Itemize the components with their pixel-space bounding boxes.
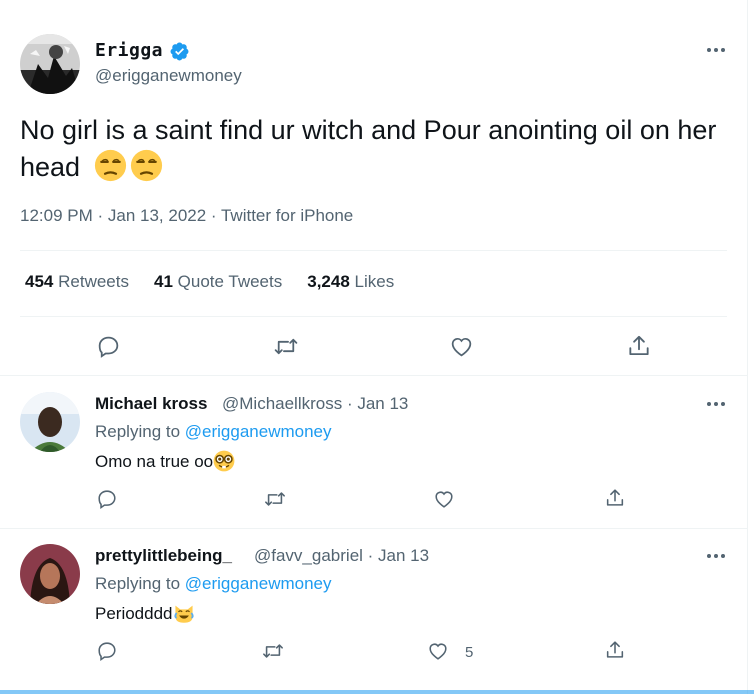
author-handle[interactable]: @erigganewmoney (95, 66, 242, 86)
tweet-timestamp[interactable]: 12:09 PM · Jan 13, 2022 · Twitter for iP… (20, 206, 353, 226)
reply-icon[interactable] (96, 334, 121, 359)
reply-handle-date[interactable]: @favv_gabriel · Jan 13 (254, 546, 429, 566)
replying-to-link[interactable]: @erigganewmoney (185, 574, 332, 593)
retweets-stat[interactable]: 454 Retweets (25, 272, 129, 292)
like-icon[interactable] (433, 488, 455, 510)
reply-handle-date[interactable]: @Michaellkross · Jan 13 (222, 394, 408, 414)
divider (0, 375, 747, 376)
more-options-icon[interactable] (705, 45, 727, 55)
likes-stat[interactable]: 3,248 Likes (307, 272, 394, 292)
reply-text: Omo na true oo (95, 450, 235, 472)
author-avatar[interactable] (20, 34, 80, 94)
reply-icon[interactable] (96, 488, 118, 510)
divider (20, 316, 727, 317)
reply-avatar[interactable] (20, 392, 80, 452)
reply-avatar[interactable] (20, 544, 80, 604)
tweet-thread: Erigga @erigganewmoney No girl is a sain… (0, 0, 748, 694)
reply-icon[interactable] (96, 640, 118, 662)
divider (20, 250, 727, 251)
retweet-icon[interactable] (262, 488, 288, 510)
replying-to: Replying to @erigganewmoney (95, 422, 332, 441)
share-icon[interactable] (604, 639, 626, 661)
unamused-face-emoji (94, 149, 127, 182)
like-count: 5 (465, 644, 474, 661)
like-icon[interactable] (449, 334, 474, 359)
more-options-icon[interactable] (705, 551, 727, 561)
verified-badge-icon (169, 41, 190, 62)
retweet-icon[interactable] (260, 640, 286, 662)
unamused-face-emoji (130, 149, 163, 182)
replying-to: Replying to @erigganewmoney (95, 574, 332, 593)
nerd-face-emoji (213, 450, 235, 472)
more-options-icon[interactable] (705, 399, 727, 409)
replying-to-link[interactable]: @erigganewmoney (185, 422, 332, 441)
tweet-stats: 454 Retweets 41 Quote Tweets 3,248 Likes (25, 272, 394, 292)
author-name[interactable]: Erigga (95, 40, 163, 61)
quote-tweets-stat[interactable]: 41 Quote Tweets (154, 272, 282, 292)
retweet-icon[interactable] (272, 334, 300, 359)
like-icon[interactable] (427, 640, 449, 662)
share-icon[interactable] (626, 333, 652, 359)
reply-text: Periodddd (95, 602, 195, 624)
reply-author-name[interactable]: prettylittlebeing_ (95, 546, 232, 566)
tweet-text: No girl is a saint find ur witch and Pou… (20, 112, 735, 186)
crying-laughing-cat-emoji (173, 602, 195, 624)
tweet-emojis (94, 149, 163, 182)
bottom-edge (0, 690, 754, 694)
share-icon[interactable] (604, 487, 626, 509)
divider (0, 528, 747, 529)
reply-author-name[interactable]: Michael kross (95, 394, 207, 414)
